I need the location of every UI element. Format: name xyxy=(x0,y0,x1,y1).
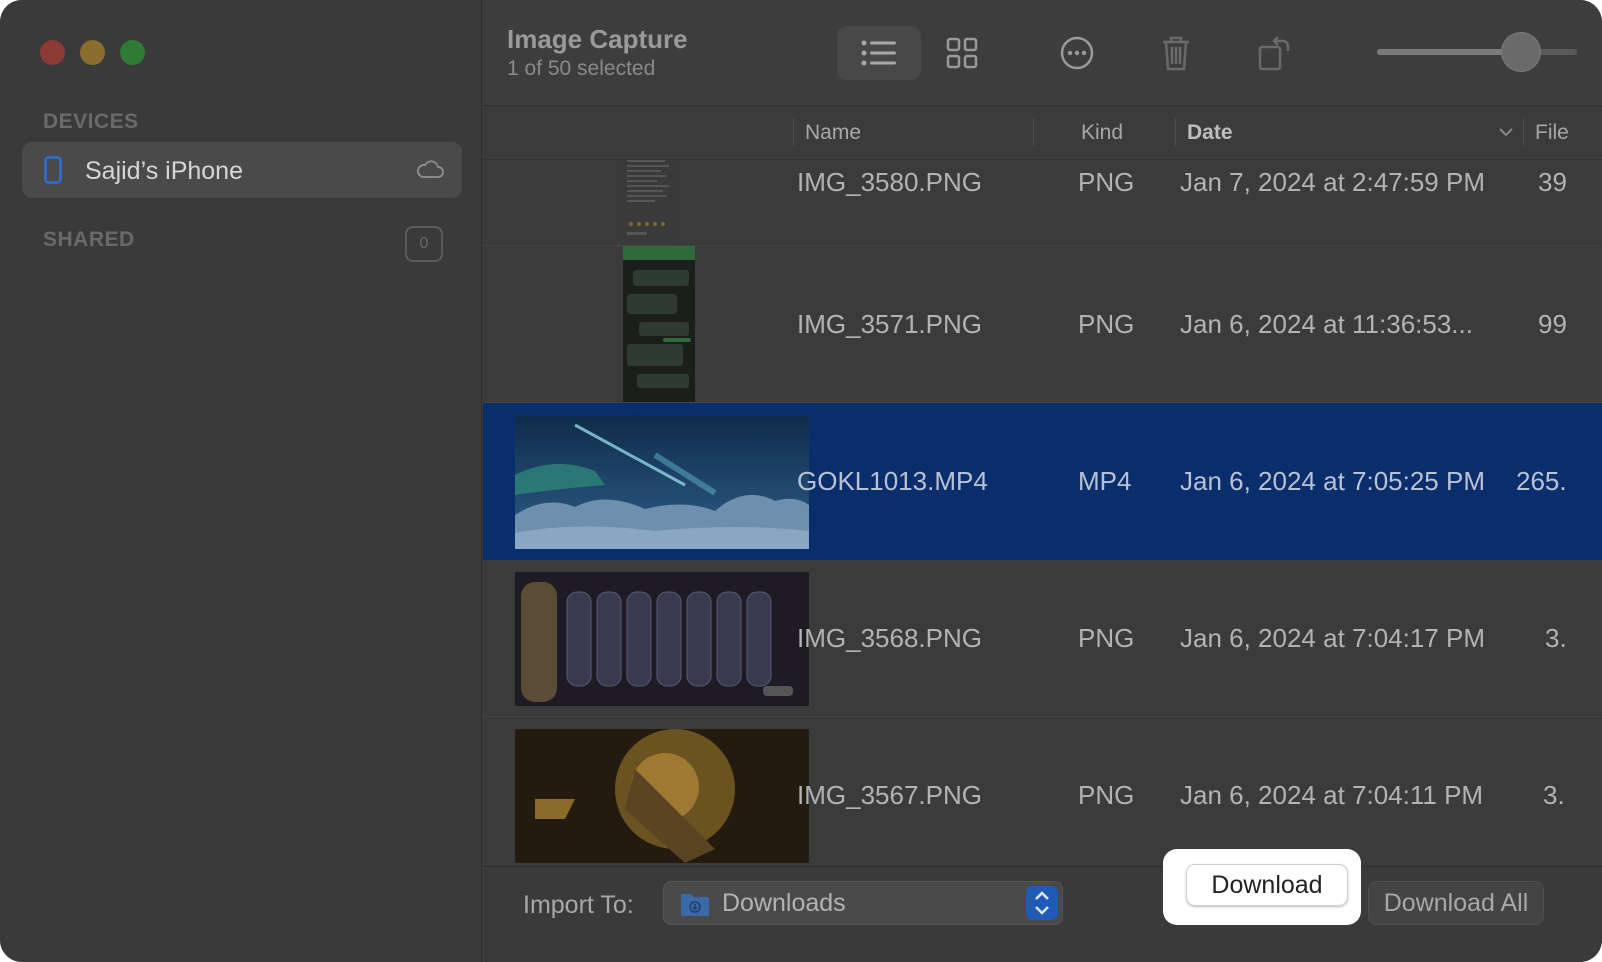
column-header-file-size[interactable]: File xyxy=(1535,121,1569,145)
device-name: Sajid’s iPhone xyxy=(85,157,243,185)
column-separator xyxy=(793,118,794,146)
selection-status: 1 of 50 selected xyxy=(507,57,656,80)
file-name: IMG_3568.PNG xyxy=(797,623,982,653)
file-name: IMG_3567.PNG xyxy=(797,780,982,810)
list-icon xyxy=(861,40,896,66)
table-row[interactable]: IMG_3571.PNG PNG Jan 6, 2024 at 11:36:53… xyxy=(483,246,1602,403)
slider-fill xyxy=(1377,49,1521,55)
rotate-icon xyxy=(1258,36,1290,71)
file-thumbnail xyxy=(515,729,809,863)
file-date: Jan 6, 2024 at 7:04:17 PM xyxy=(1180,623,1485,653)
chevron-down-icon[interactable] xyxy=(1498,126,1514,138)
table-header: Name Kind Date File xyxy=(483,106,1602,160)
toolbar: Image Capture 1 of 50 selected xyxy=(483,0,1602,106)
column-separator xyxy=(1033,118,1034,146)
window-title: Image Capture xyxy=(507,24,688,54)
ellipsis-circle-icon xyxy=(1060,36,1094,70)
file-thumbnail xyxy=(515,572,809,706)
shared-count-badge: 0 xyxy=(405,226,443,262)
rotate-button[interactable] xyxy=(1233,26,1317,80)
file-date: Jan 6, 2024 at 11:36:53... xyxy=(1180,309,1473,339)
file-list: IMG_3580.PNG PNG Jan 7, 2024 at 2:47:59 … xyxy=(483,160,1602,866)
shared-section-label: SHARED xyxy=(43,228,135,251)
file-kind: PNG xyxy=(1078,167,1135,197)
file-kind: MP4 xyxy=(1078,466,1132,496)
file-size: 3. xyxy=(1543,780,1565,810)
file-thumbnail xyxy=(623,246,695,402)
file-size: 265. xyxy=(1516,466,1567,496)
minimize-window-button[interactable] xyxy=(80,40,105,65)
download-button-highlight: Download xyxy=(1163,849,1361,925)
cloud-icon xyxy=(416,160,444,178)
trash-icon xyxy=(1163,36,1189,71)
destination-name: Downloads xyxy=(722,889,846,917)
close-window-button[interactable] xyxy=(40,40,65,65)
column-header-kind[interactable]: Kind xyxy=(1081,121,1123,145)
delete-button[interactable] xyxy=(1134,26,1218,80)
column-separator xyxy=(1523,118,1524,146)
sidebar: DEVICES Sajid’s iPhone SHARED 0 xyxy=(0,0,482,962)
file-kind: PNG xyxy=(1078,309,1135,339)
image-capture-window: DEVICES Sajid’s iPhone SHARED 0 Image Ca… xyxy=(0,0,1602,962)
file-size: 99 xyxy=(1538,309,1567,339)
file-date: Jan 7, 2024 at 2:47:59 PM xyxy=(1180,167,1485,197)
file-size: 39 xyxy=(1538,167,1567,197)
download-all-button[interactable]: Download All xyxy=(1368,881,1544,925)
devices-section-label: DEVICES xyxy=(43,110,139,133)
file-kind: PNG xyxy=(1078,623,1135,653)
downloads-folder-icon xyxy=(681,894,709,916)
file-date: Jan 6, 2024 at 7:04:11 PM xyxy=(1180,780,1484,810)
table-row-selected[interactable]: GOKL1013.MP4 MP4 Jan 6, 2024 at 7:05:25 … xyxy=(483,403,1602,560)
more-options-button[interactable] xyxy=(1035,26,1119,80)
table-row[interactable]: IMG_3568.PNG PNG Jan 6, 2024 at 7:04:17 … xyxy=(483,560,1602,717)
table-row[interactable]: IMG_3567.PNG PNG Jan 6, 2024 at 7:04:11 … xyxy=(483,717,1602,866)
download-button[interactable]: Download xyxy=(1186,864,1348,906)
thumbnail-size-slider[interactable] xyxy=(1377,32,1577,72)
select-stepper[interactable] xyxy=(1026,886,1058,920)
table-row[interactable]: IMG_3580.PNG PNG Jan 7, 2024 at 2:47:59 … xyxy=(483,160,1602,246)
chevron-up-down-icon xyxy=(1035,891,1049,915)
slider-knob[interactable] xyxy=(1501,32,1541,72)
file-name: GOKL1013.MP4 xyxy=(797,466,988,496)
iphone-icon xyxy=(44,156,62,184)
file-size: 3. xyxy=(1545,623,1567,653)
grid-icon xyxy=(946,37,978,69)
import-destination-select[interactable]: Downloads xyxy=(663,881,1063,925)
import-bar: Import To: Downloads Download Download A… xyxy=(483,849,1602,962)
file-name: IMG_3571.PNG xyxy=(797,309,982,339)
file-thumbnail xyxy=(623,160,673,242)
column-header-name[interactable]: Name xyxy=(805,121,861,145)
file-date: Jan 6, 2024 at 7:05:25 PM xyxy=(1180,466,1485,496)
grid-view-button[interactable] xyxy=(920,26,1004,80)
zoom-window-button[interactable] xyxy=(120,40,145,65)
file-name: IMG_3580.PNG xyxy=(797,167,982,197)
import-to-label: Import To: xyxy=(523,891,634,919)
column-separator xyxy=(1175,118,1176,146)
column-header-date[interactable]: Date xyxy=(1187,121,1233,145)
list-view-button[interactable] xyxy=(837,26,921,80)
sidebar-item-iphone[interactable]: Sajid’s iPhone xyxy=(22,142,462,198)
file-kind: PNG xyxy=(1078,780,1135,810)
file-thumbnail xyxy=(515,415,809,549)
